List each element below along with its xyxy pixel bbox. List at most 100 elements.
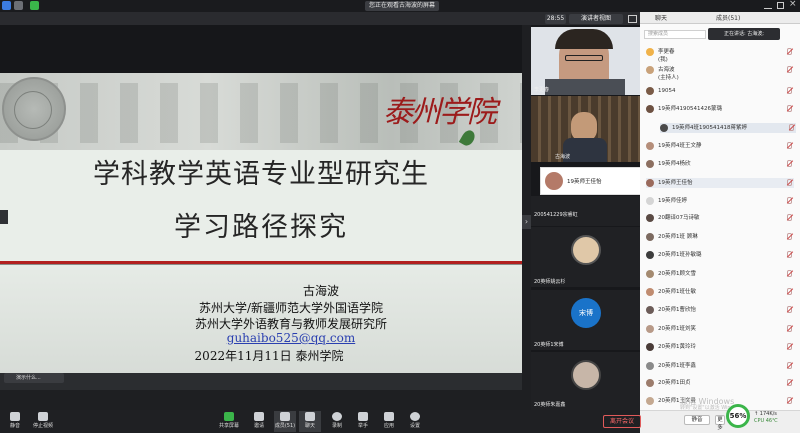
video-tile[interactable]: 20英师朱嘉鑫 xyxy=(531,352,640,410)
participant-name: 20英师1班李鑫 xyxy=(658,363,696,369)
video-tile[interactable]: 宋博 20英师1宋博 xyxy=(531,290,640,350)
participant-row[interactable]: 20翻译07马诗敏 xyxy=(646,213,794,223)
participant-row[interactable]: 19英师4班王文静 xyxy=(646,141,794,151)
participant-name: (我) xyxy=(658,57,668,63)
settings-button[interactable]: 设置 xyxy=(404,411,426,432)
participant-row[interactable]: 20英师1班孙敏璐 xyxy=(646,250,794,260)
participant-name: 19英师4班王文静 xyxy=(658,143,702,149)
members-button[interactable]: 成员(51) xyxy=(274,411,296,432)
participant-row[interactable]: 20英师1班李鑫 xyxy=(646,361,794,371)
slide-author: 古海波 xyxy=(302,284,339,298)
muted-mic-icon xyxy=(787,197,792,204)
slide-email-link[interactable]: guhaibo525@qq.com xyxy=(30,331,522,345)
slide-title-line2: 学习路径探究 xyxy=(174,212,348,243)
slide-affiliation-1: 苏州大学/新疆师范大学外国语学院 xyxy=(198,301,384,315)
participant-row[interactable]: (主持人) xyxy=(646,73,794,83)
participant-row[interactable]: 19英师4190541426蒙璐 xyxy=(646,104,794,114)
university-seal-ring xyxy=(14,91,52,129)
stop-video-button[interactable]: 停止视频 xyxy=(32,411,54,432)
collapse-gallery-button[interactable]: › xyxy=(522,215,531,229)
video-tile-label: 20英师姚云杉 xyxy=(534,279,566,285)
participant-name: 20英师1班仕敏 xyxy=(658,289,696,295)
apps-button[interactable]: 应用 xyxy=(378,411,400,432)
participant-name: 19英师佳婷 xyxy=(658,198,687,204)
muted-mic-icon xyxy=(787,214,792,221)
layout-icon[interactable] xyxy=(14,1,23,10)
fullscreen-icon[interactable] xyxy=(628,15,637,23)
participant-name: 19英师4190541426蒙璐 xyxy=(658,106,722,112)
muted-mic-icon xyxy=(787,233,792,240)
meeting-info-icon[interactable] xyxy=(2,1,11,10)
avatar xyxy=(571,360,601,390)
participant-row[interactable]: 19054 xyxy=(646,86,794,96)
meeting-timer: 28:55 xyxy=(545,14,566,24)
raise-hand-button[interactable]: 举手 xyxy=(352,411,374,432)
participant-name: 20英师1班 顾琳 xyxy=(658,234,698,240)
muted-mic-icon xyxy=(787,362,792,369)
performance-gauge[interactable]: 56% xyxy=(726,404,750,428)
speaking-indicator: 正在讲话: 古海波; xyxy=(708,28,780,40)
participant-row[interactable]: 20英师1黄玲玲 xyxy=(646,342,794,352)
participant-row[interactable]: 20英师1班刘笑 xyxy=(646,324,794,334)
avatar xyxy=(646,179,654,187)
members-icon xyxy=(280,412,290,421)
participant-row[interactable]: 19英师4班190541418蒋紫婷 xyxy=(660,123,796,133)
avatar xyxy=(646,362,654,370)
record-button[interactable]: 录制 xyxy=(326,411,348,432)
microphone-icon xyxy=(10,412,20,421)
avatar xyxy=(646,233,654,241)
muted-mic-icon xyxy=(787,179,792,186)
more-button[interactable]: 更多 xyxy=(715,415,725,431)
share-notice[interactable]: 您正在观看古海波的屏幕 xyxy=(365,1,439,11)
video-tile-host[interactable]: 古海波 xyxy=(531,96,640,162)
muted-mic-icon xyxy=(787,270,792,277)
close-icon[interactable]: × xyxy=(789,0,797,9)
muted-mic-icon xyxy=(787,251,792,258)
tab-members[interactable]: 成员(51) xyxy=(716,13,740,22)
muted-mic-icon xyxy=(787,306,792,313)
avatar xyxy=(646,87,654,95)
slide-title-line1: 学科教学英语专业型研究生 xyxy=(93,159,429,190)
muted-mic-icon xyxy=(787,160,792,167)
mute-button[interactable]: 静音 xyxy=(4,411,26,432)
participant-row[interactable]: 20英师1班 顾琳 xyxy=(646,232,794,242)
tab-chat[interactable]: 聊天 xyxy=(655,13,667,22)
participant-row[interactable]: (我) xyxy=(646,55,794,65)
avatar xyxy=(646,306,654,314)
invite-button[interactable]: 邀请 xyxy=(248,411,270,432)
view-mode-button[interactable]: 演讲者视图 xyxy=(569,14,623,24)
avatar xyxy=(545,172,563,190)
avatar xyxy=(646,343,654,351)
minimize-icon[interactable] xyxy=(764,1,772,9)
slide-bottom-bar xyxy=(0,373,522,390)
maximize-icon[interactable] xyxy=(777,2,784,9)
participant-row[interactable]: 19英师王佳怡 xyxy=(646,178,794,188)
chat-icon xyxy=(305,412,315,421)
video-tile-label: 200541229宗睿虹 xyxy=(534,212,578,218)
chat-button[interactable]: 聊天 xyxy=(299,411,321,432)
search-input[interactable]: 搜索成员 xyxy=(644,30,706,39)
participant-row[interactable]: 20英师1班仕敏 xyxy=(646,287,794,297)
participant-name: (主持人) xyxy=(658,75,679,81)
participant-row[interactable]: 20英师1曹欣怡 xyxy=(646,305,794,315)
mute-all-button[interactable]: 静音 xyxy=(684,415,710,425)
participant-name: 19英师4班190541418蒋紫婷 xyxy=(672,125,747,131)
share-screen-button[interactable]: 共享屏幕 xyxy=(218,411,240,432)
video-tile[interactable]: 20英师姚云杉 xyxy=(531,227,640,287)
video-tile-speaker[interactable]: 李更春 xyxy=(531,27,640,95)
slide-caption-badge[interactable]: 演示什么... xyxy=(4,373,64,383)
participant-row[interactable]: 19英师4杨欣 xyxy=(646,159,794,169)
video-tile[interactable]: 200541229宗睿虹 xyxy=(531,196,640,226)
cpu-temperature: CPU 46℃ xyxy=(754,418,778,424)
avatar xyxy=(646,270,654,278)
muted-mic-icon xyxy=(789,124,794,131)
participant-row[interactable]: 20英师1顾文雪 xyxy=(646,269,794,279)
video-tile-label: 20英师朱嘉鑫 xyxy=(534,402,566,408)
participant-row[interactable]: 19英师佳婷 xyxy=(646,196,794,206)
gear-icon xyxy=(410,412,420,421)
participant-row[interactable]: 20英师1田贞 xyxy=(646,378,794,388)
leave-meeting-button[interactable]: 离开会议 xyxy=(603,415,641,428)
avatar: 宋博 xyxy=(571,298,601,328)
participant-name: 20英师1班孙敏璐 xyxy=(658,252,702,258)
participant-name: 20英师1顾文雪 xyxy=(658,271,696,277)
